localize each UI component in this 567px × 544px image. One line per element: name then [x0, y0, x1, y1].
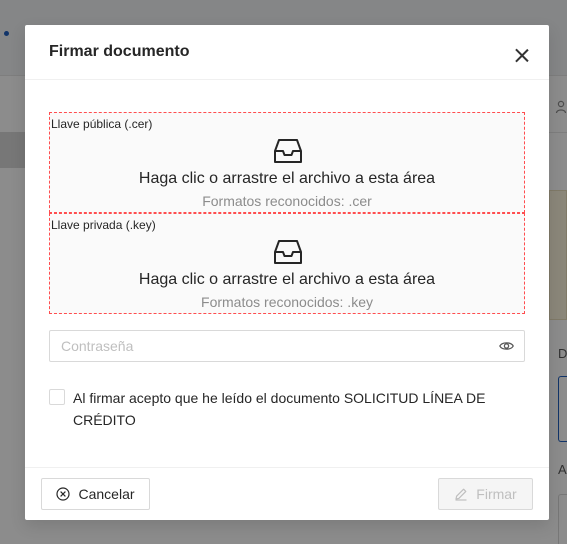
private-key-dropzone-text: Haga clic o arrastre el archivo a esta á… — [138, 271, 436, 288]
sign-button-label: Firmar — [476, 486, 517, 502]
modal-header: Firmar documento — [25, 25, 549, 80]
public-key-format-hint: Formatos reconocidos: .cer — [202, 193, 372, 209]
pen-icon — [455, 488, 467, 501]
modal-title: Firmar documento — [49, 43, 190, 60]
cancel-button-label: Cancelar — [78, 486, 135, 502]
sign-button[interactable]: Firmar — [438, 478, 533, 510]
modal-footer: Cancelar Firmar — [25, 467, 549, 520]
close-icon[interactable] — [515, 48, 529, 62]
sign-document-modal: Firmar documento Llave pública (.cer) Ha… — [25, 25, 549, 520]
private-key-format-hint: Formatos reconocidos: .key — [201, 294, 373, 310]
private-key-label: Llave privada (.key) — [51, 218, 156, 232]
public-key-dropzone[interactable]: Llave pública (.cer) Haga clic o arrastr… — [49, 112, 525, 213]
inbox-icon — [274, 240, 302, 264]
public-key-dropzone-text: Haga clic o arrastre el archivo a esta á… — [138, 170, 436, 187]
inbox-icon — [274, 139, 302, 163]
password-input[interactable] — [61, 331, 481, 361]
cancel-button[interactable]: Cancelar — [41, 478, 150, 510]
agreement-checkbox[interactable] — [49, 389, 65, 405]
agreement-text: Al firmar acepto que he leído el documen… — [73, 390, 486, 428]
eye-icon[interactable] — [499, 340, 514, 352]
private-key-dropzone[interactable]: Llave privada (.key) Haga clic o arrastr… — [49, 213, 525, 314]
public-key-label: Llave pública (.cer) — [51, 117, 153, 131]
password-field — [49, 330, 525, 362]
close-circle-icon — [56, 487, 71, 501]
